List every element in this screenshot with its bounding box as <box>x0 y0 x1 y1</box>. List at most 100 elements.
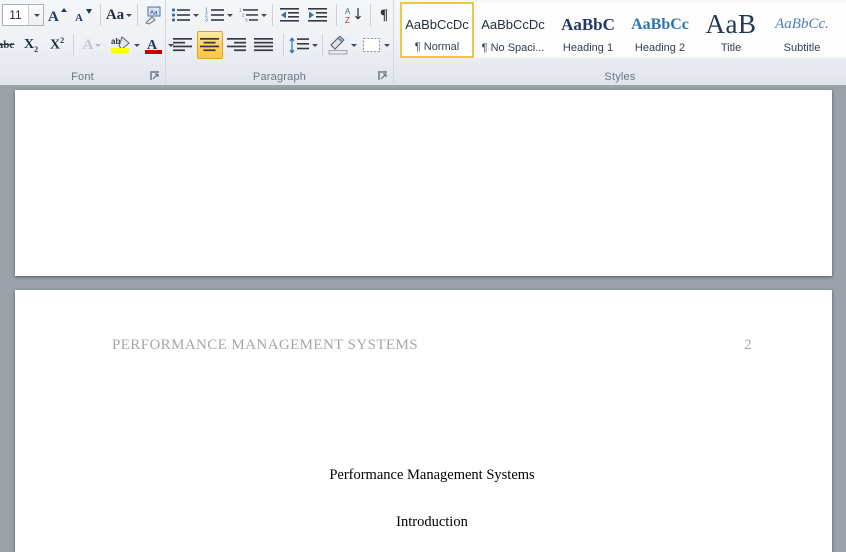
ribbon-group-styles: AaBbCcDc ¶ Normal AaBbCcDc ¶ No Spaci...… <box>394 0 846 85</box>
svg-text:3: 3 <box>205 18 208 23</box>
paragraph-dialog-launcher[interactable] <box>377 70 389 82</box>
font-dialog-launcher[interactable] <box>149 70 161 82</box>
align-right-button[interactable] <box>224 31 250 59</box>
style-sample-text: AaBbCcDc <box>405 17 469 32</box>
shading-button[interactable] <box>326 31 358 59</box>
font-group-label: Font <box>71 71 94 83</box>
svg-text:Z: Z <box>345 16 350 24</box>
style-item-heading-2[interactable]: AaBbCc Heading 2 <box>624 2 696 58</box>
clear-formatting-button[interactable]: Aa <box>140 1 166 29</box>
align-center-button[interactable] <box>197 31 223 59</box>
paragraph-group-row-bottom <box>166 31 393 60</box>
style-item-partial[interactable]: A S <box>838 2 846 58</box>
page-number: 2 <box>744 337 752 353</box>
paragraph-group-label: Paragraph <box>252 71 307 83</box>
clear-formatting-icon: Aa <box>145 6 161 25</box>
svg-text:A: A <box>75 12 83 24</box>
style-label: ¶ Normal <box>415 41 459 56</box>
document-title: Performance Management Systems <box>329 467 535 483</box>
decrease-indent-icon <box>280 8 299 22</box>
style-label: Heading 1 <box>562 42 614 54</box>
text-effects-button[interactable]: A <box>76 31 108 59</box>
style-sample-text: AaBbCcDc <box>481 17 545 32</box>
style-sample: AaBbCcDc <box>475 7 551 42</box>
align-left-icon <box>173 38 192 52</box>
style-label: ¶ No Spaci... <box>482 42 545 57</box>
font-size-value[interactable]: 11 <box>3 8 28 22</box>
numbering-button[interactable]: 1 2 3 <box>204 1 234 29</box>
ribbon-group-font: 11 A A Aa Aa bc X2 X2 A ab A Font <box>0 0 174 85</box>
line-spacing-icon <box>289 37 309 53</box>
document-page-1[interactable] <box>15 90 832 276</box>
shading-icon <box>328 35 348 54</box>
styles-group-label: Styles <box>604 71 636 83</box>
text-highlight-button[interactable]: ab <box>108 31 142 59</box>
style-sample: AaBbCc <box>625 7 695 42</box>
text-effects-icon: A <box>82 36 94 53</box>
svg-text:A: A <box>345 7 351 16</box>
style-sample-text: AaBbCc <box>631 15 689 33</box>
multilevel-list-icon: 1 2 3 <box>239 7 258 22</box>
style-item-subtitle[interactable]: AaBbCc. Subtitle <box>766 2 838 58</box>
svg-text:A: A <box>48 9 59 24</box>
document-canvas[interactable]: PERFORMANCE MANAGEMENT SYSTEMS 2 Perform… <box>0 86 846 552</box>
multilevel-list-button[interactable]: 1 2 3 <box>238 1 268 29</box>
superscript-button[interactable]: X2 <box>44 31 70 59</box>
style-sample-text: AaBbCc. <box>775 16 829 32</box>
borders-button[interactable] <box>360 31 392 59</box>
style-pilcrow: ¶ <box>481 42 491 54</box>
sort-button[interactable]: A Z <box>340 1 368 29</box>
font-color-icon: A <box>145 38 162 54</box>
justify-button[interactable] <box>251 31 277 59</box>
align-left-button[interactable] <box>170 31 196 59</box>
line-spacing-button[interactable] <box>287 31 319 59</box>
style-name-text: Normal <box>423 41 460 53</box>
borders-icon <box>362 37 381 52</box>
numbering-icon: 1 2 3 <box>205 8 224 23</box>
grow-font-icon: A <box>48 8 67 24</box>
shrink-font-button[interactable]: A <box>71 1 97 29</box>
paragraph-separator-2 <box>336 4 337 26</box>
subscript-button[interactable]: X2 <box>18 31 44 59</box>
show-hide-marks-button[interactable]: ¶ <box>373 1 395 29</box>
style-pilcrow: ¶ <box>414 41 424 53</box>
style-sample: AaBbCc. <box>767 7 837 42</box>
strikethrough-icon: abc <box>0 38 15 51</box>
style-item-no-spacing[interactable]: AaBbCcDc ¶ No Spaci... <box>474 2 552 58</box>
change-case-button[interactable]: Aa <box>103 1 135 29</box>
font-separator-1 <box>100 4 101 26</box>
font-group-row-bottom: abc X2 X2 A ab <box>0 31 174 60</box>
style-label: Title <box>720 42 742 54</box>
document-page-2[interactable]: PERFORMANCE MANAGEMENT SYSTEMS 2 Perform… <box>15 290 832 552</box>
align-center-icon <box>200 38 219 52</box>
increase-indent-icon <box>308 8 327 22</box>
dialog-launcher-icon <box>378 71 387 80</box>
style-sample: A <box>839 7 846 42</box>
ribbon: 11 A A Aa Aa bc X2 X2 A ab A Font 1 2 3 … <box>0 0 846 86</box>
strikethrough-button[interactable]: abc <box>0 31 18 59</box>
style-sample: AaBbCcDc <box>402 8 472 41</box>
style-sample-text: AaB <box>705 9 757 39</box>
sort-icon: A Z <box>345 7 361 24</box>
style-label: Subtitle <box>783 42 821 54</box>
paragraph-separator-4 <box>283 34 284 56</box>
decrease-indent-button[interactable] <box>276 1 304 29</box>
grow-font-button[interactable]: A <box>45 1 71 29</box>
ribbon-group-paragraph: 1 2 3 1 2 3 A Z ¶ Paragraph <box>166 0 394 85</box>
text-highlight-icon: ab <box>111 36 130 53</box>
style-sample-text: AaBbC <box>561 14 615 34</box>
styles-gallery: AaBbCcDc ¶ Normal AaBbCcDc ¶ No Spaci...… <box>396 2 846 60</box>
style-label: Heading 2 <box>634 42 686 54</box>
shrink-font-icon: A <box>75 9 92 24</box>
font-size-combo[interactable]: 11 <box>2 4 44 26</box>
style-item-normal[interactable]: AaBbCcDc ¶ Normal <box>400 2 474 58</box>
font-size-dropdown-arrow[interactable] <box>28 5 43 25</box>
increase-indent-button[interactable] <box>304 1 332 29</box>
style-sample: AaBbC <box>553 7 623 42</box>
paragraph-separator-1 <box>272 4 273 26</box>
subscript-icon: X2 <box>23 36 39 54</box>
font-separator-2 <box>137 4 138 26</box>
style-item-heading-1[interactable]: AaBbC Heading 1 <box>552 2 624 58</box>
style-item-title[interactable]: AaB Title <box>696 2 766 58</box>
bullets-button[interactable] <box>170 1 200 29</box>
